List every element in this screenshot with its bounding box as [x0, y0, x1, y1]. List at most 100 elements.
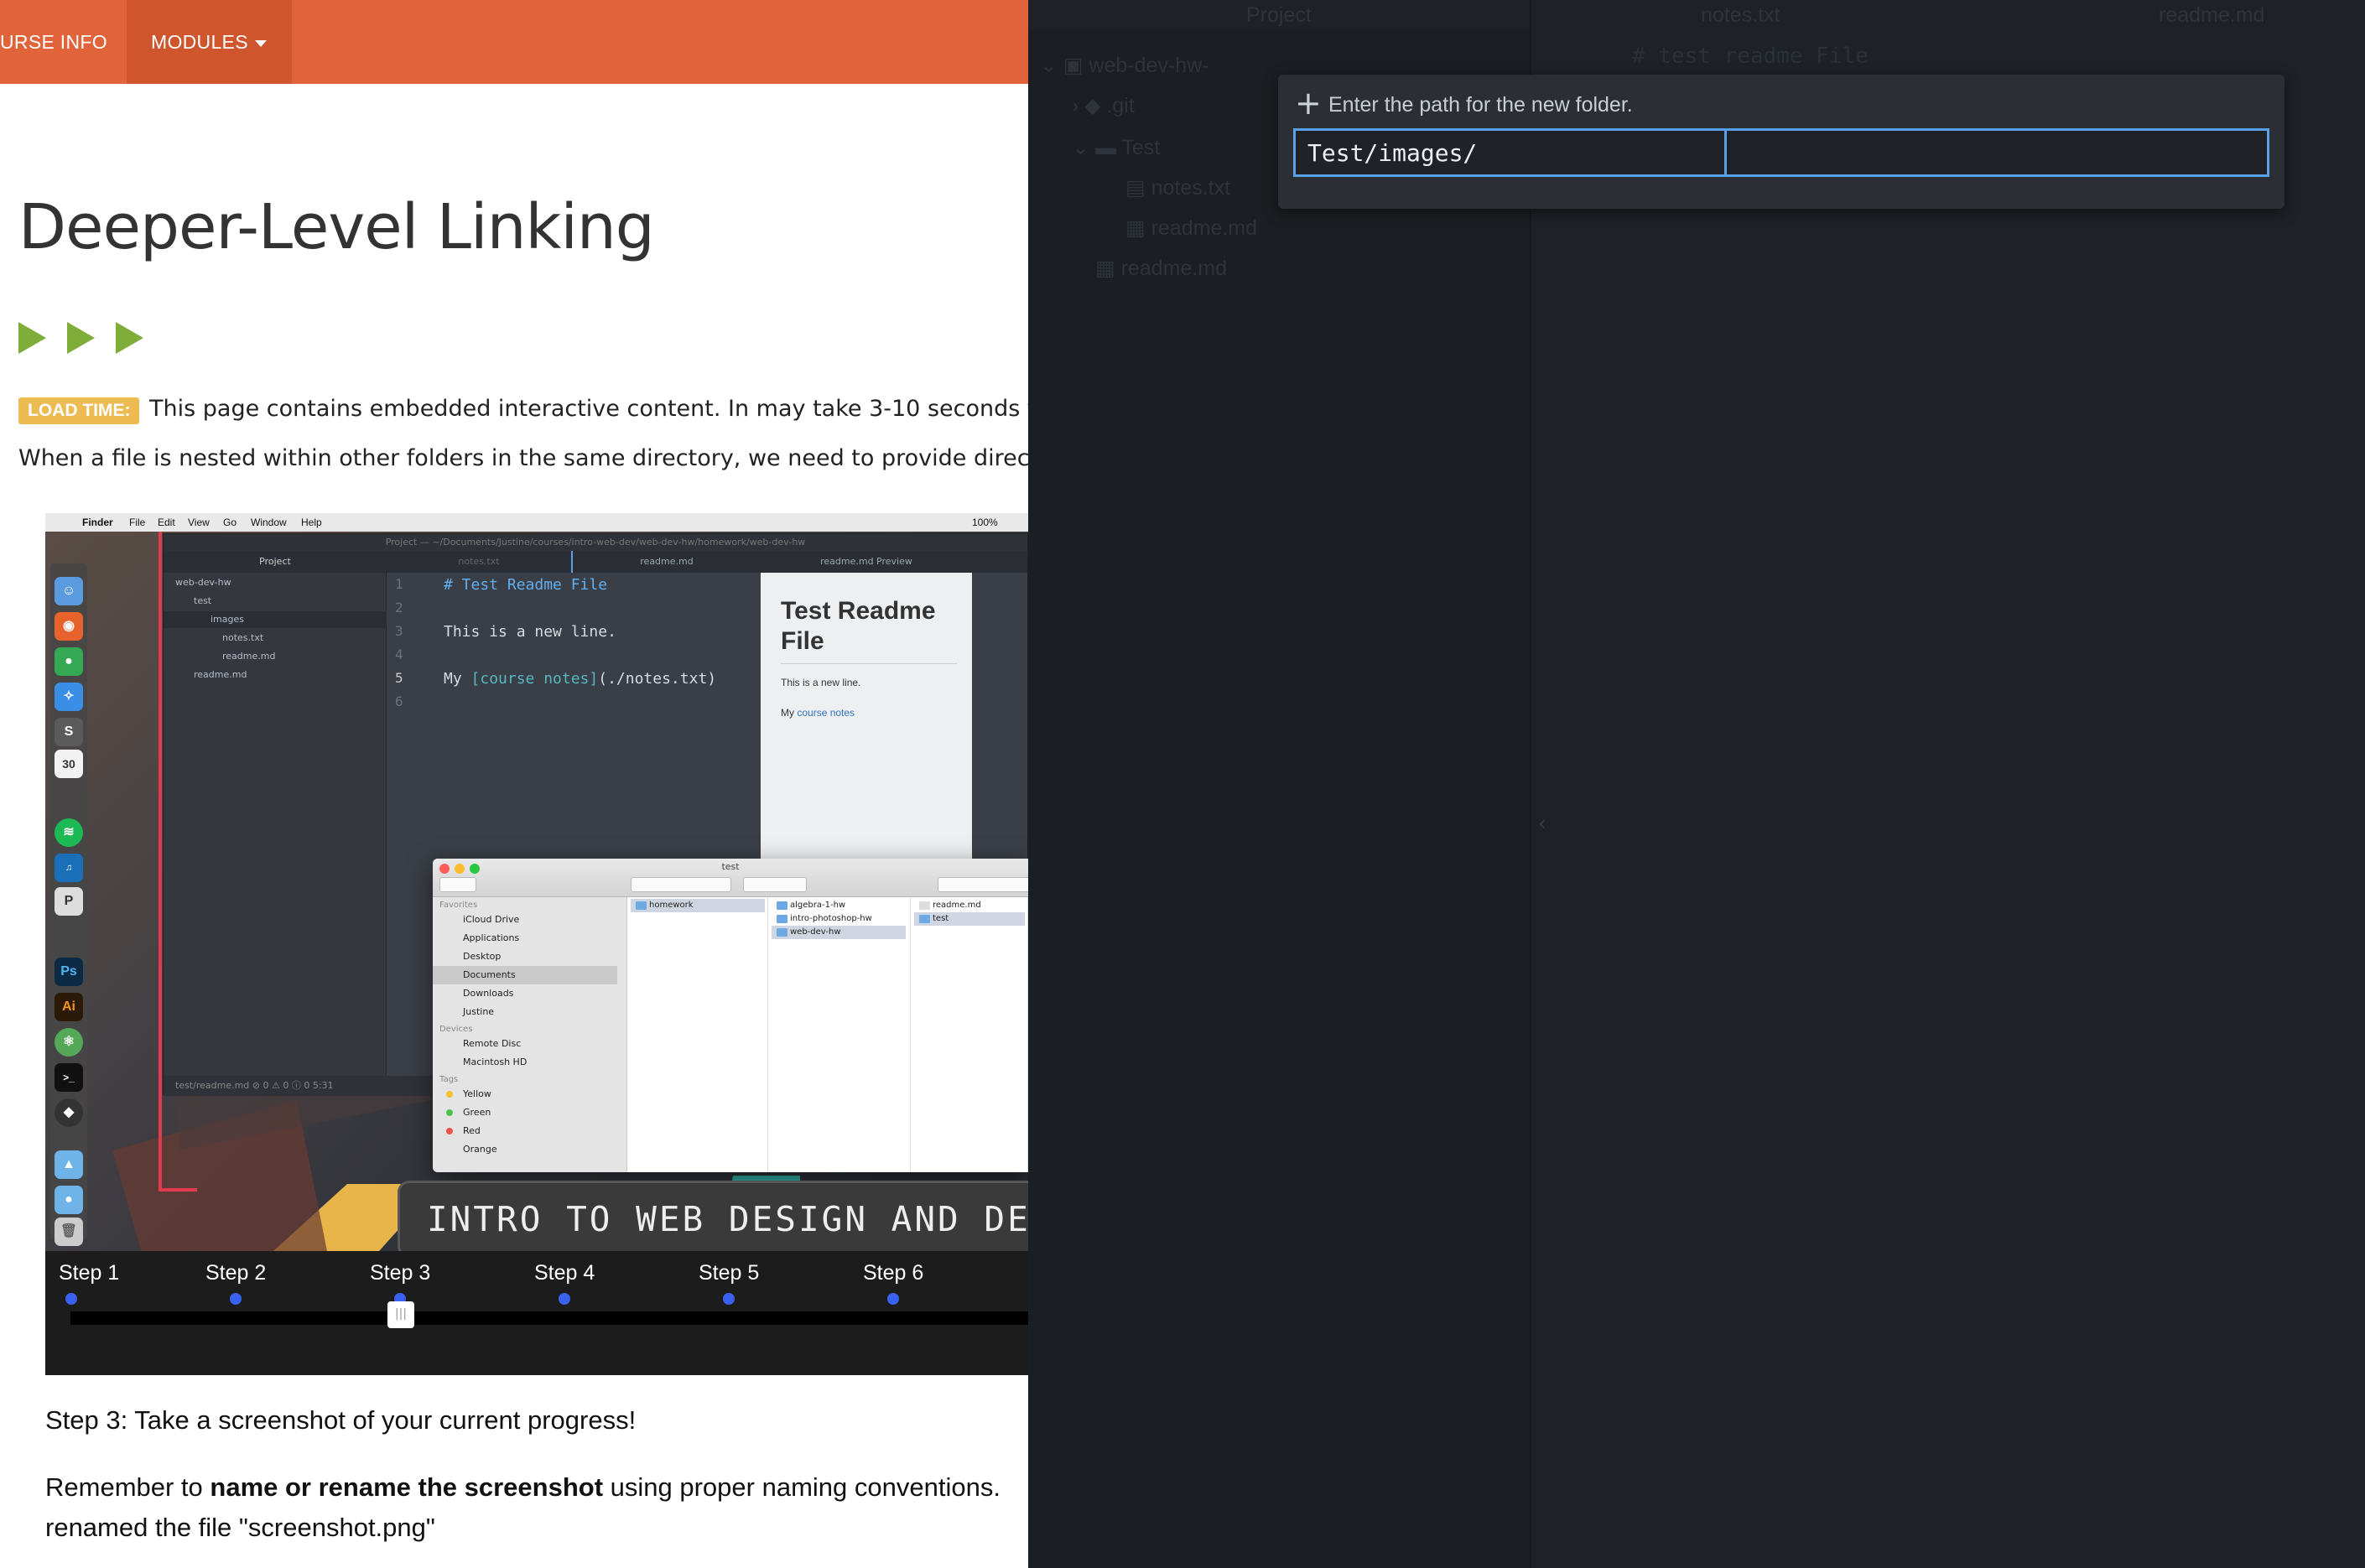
tree-label: readme.md [1151, 216, 1258, 240]
finder-row: test [914, 912, 1025, 926]
course-banner: INTRO TO WEB DESIGN AND DEV [398, 1181, 1028, 1258]
reminder-text: Remember to name or rename the screensho… [45, 1472, 1001, 1503]
step-dot[interactable] [723, 1293, 735, 1305]
finder-row-label: readme.md [933, 901, 981, 910]
downloads-folder-icon: ● [55, 1186, 83, 1214]
line-number: 5 [395, 670, 403, 686]
tree-file-readme-root[interactable]: ▦ readme.md [1095, 250, 1227, 287]
tree-folder-test: test [194, 595, 212, 606]
folder-icon [636, 901, 647, 910]
step-dot[interactable] [887, 1293, 899, 1305]
preview-text: This is a new line. [781, 677, 861, 688]
sidebar-tag: Orange [463, 1144, 497, 1155]
code-line: This is a new line. [444, 623, 616, 641]
sidebar-item: iCloud Drive [463, 914, 520, 925]
file-icon: ▤ [1125, 176, 1151, 200]
file-icon [919, 901, 930, 910]
sidebar-item: Desktop [463, 951, 502, 962]
tree-item-git[interactable]: › ◆ .git [1072, 87, 1135, 124]
sidebar-item: Remote Disc [463, 1038, 522, 1049]
tree-root-folder[interactable]: ⌄ ▣ web-dev-hw- [1040, 47, 1209, 84]
menubar-item: Window [251, 517, 287, 528]
code-text: My [444, 670, 471, 688]
sidebar-heading: Devices [439, 1025, 473, 1034]
finder-row-label: homework [649, 901, 694, 910]
finder-row: web-dev-hw [772, 926, 906, 939]
step-label[interactable]: Step 2 [205, 1261, 266, 1285]
line-number: 1 [395, 576, 403, 592]
folder-icon [777, 915, 787, 923]
markdown-preview: Test Readme File This is a new line. My … [761, 573, 972, 866]
tab-notes-txt[interactable]: notes.txt [1701, 0, 1780, 30]
tree-label: notes.txt [1151, 176, 1231, 200]
finder-column: algebra-1-hw intro-photoshop-hw web-dev-… [768, 897, 911, 1172]
chevron-down-icon: ⌄ ▣ [1040, 54, 1089, 77]
slack-icon: S [55, 718, 83, 746]
pane-resize-handle[interactable] [1530, 0, 1531, 1568]
step-label[interactable]: Step 1 [59, 1261, 119, 1285]
sidebar-heading: Favorites [439, 901, 478, 910]
step-label[interactable]: Step 4 [534, 1261, 595, 1285]
intro-paragraph: When a file is nested within other folde… [18, 445, 1028, 471]
tree-file: notes.txt [222, 632, 264, 643]
tab-project: Project [259, 556, 291, 567]
folder-icon [919, 915, 930, 923]
step-dot[interactable] [559, 1293, 570, 1305]
step-dot[interactable] [230, 1293, 242, 1305]
tree-file-readme[interactable]: ▦ readme.md [1125, 210, 1257, 247]
step-label[interactable]: Step 5 [699, 1261, 759, 1285]
safari-icon: ✧ [55, 683, 83, 711]
tab-readme-md[interactable]: readme.md [2159, 0, 2264, 30]
atom-tree-view: web-dev-hw test images notes.txt readme.… [164, 573, 387, 1096]
finder-column: homework [627, 897, 768, 1172]
sidebar-item: Downloads [463, 988, 514, 999]
caret-down-icon [254, 39, 267, 47]
file-icon: ▦ [1095, 257, 1121, 280]
course-web-page: URSE INFO MODULES Deeper-Level Linking L… [0, 0, 1028, 1568]
step-dot[interactable] [65, 1293, 77, 1305]
sidebar-tag: Red [463, 1125, 481, 1136]
menubar-item: Help [301, 517, 322, 528]
atom-title: Project — ~/Documents/Justine/courses/in… [164, 534, 1027, 551]
tree-label: Test [1121, 136, 1161, 159]
embedded-slideshow[interactable]: Finder File Edit View Go Window Help 100… [45, 513, 1028, 1375]
tree-folder-test[interactable]: ⌄ ▬ Test [1072, 129, 1160, 166]
amazon-music-icon: ♫ [55, 854, 83, 882]
tree-file: readme.md [194, 669, 247, 680]
code-link-text: [course notes] [470, 670, 599, 688]
menubar-item: View [188, 517, 210, 528]
tree-label: .git [1106, 94, 1135, 117]
preview-text: My [781, 707, 798, 719]
finder-row-label: intro-photoshop-hw [790, 914, 872, 923]
tab-readme: readme.md [571, 551, 761, 573]
atom-editor-window: Project notes.txt readme.md ⌄ ▣ web-dev-… [1028, 0, 2365, 1568]
step-label[interactable]: Step 3 [370, 1261, 430, 1285]
calendar-icon: 30 [55, 750, 83, 778]
menubar-item: Go [223, 517, 237, 528]
code-link-url: (./notes.txt) [598, 670, 717, 688]
search-icon [938, 877, 1028, 892]
applications-folder-icon: ▲ [55, 1150, 83, 1179]
collapse-icon[interactable]: ‹ [1538, 812, 1546, 835]
step-slider-track[interactable] [70, 1311, 1028, 1325]
finder-window-screenshot: test Favorites iCloud Drive Applications… [433, 859, 1028, 1172]
reminder-bold: name or rename the screenshot [210, 1472, 604, 1502]
step-caption: Step 3: Take a screenshot of your curren… [45, 1405, 637, 1435]
nav-modules[interactable]: MODULES [127, 0, 292, 84]
step-navigator[interactable]: Step 1 Step 2 Step 3 Step 4 Step 5 Step … [45, 1251, 1028, 1375]
nav-course-info[interactable]: URSE INFO [0, 0, 126, 84]
finder-row: intro-photoshop-hw [772, 912, 872, 926]
finder-row: algebra-1-hw [772, 899, 845, 912]
play-icon [67, 322, 95, 354]
tree-label: web-dev-hw- [1089, 54, 1209, 77]
sidebar-item: Applications [463, 932, 520, 943]
folder-path-input[interactable] [1293, 128, 2269, 177]
top-nav: URSE INFO MODULES [0, 0, 1028, 84]
tree-file-notes[interactable]: ▤ notes.txt [1125, 169, 1230, 206]
tree-label: readme.md [1120, 257, 1228, 280]
preview-link-line: My course notes [781, 707, 855, 719]
sidebar-tag: Yellow [463, 1088, 491, 1099]
folder-icon [777, 928, 787, 937]
step-label[interactable]: Step 6 [863, 1261, 923, 1285]
step-slider-handle[interactable]: ||| [387, 1301, 414, 1328]
